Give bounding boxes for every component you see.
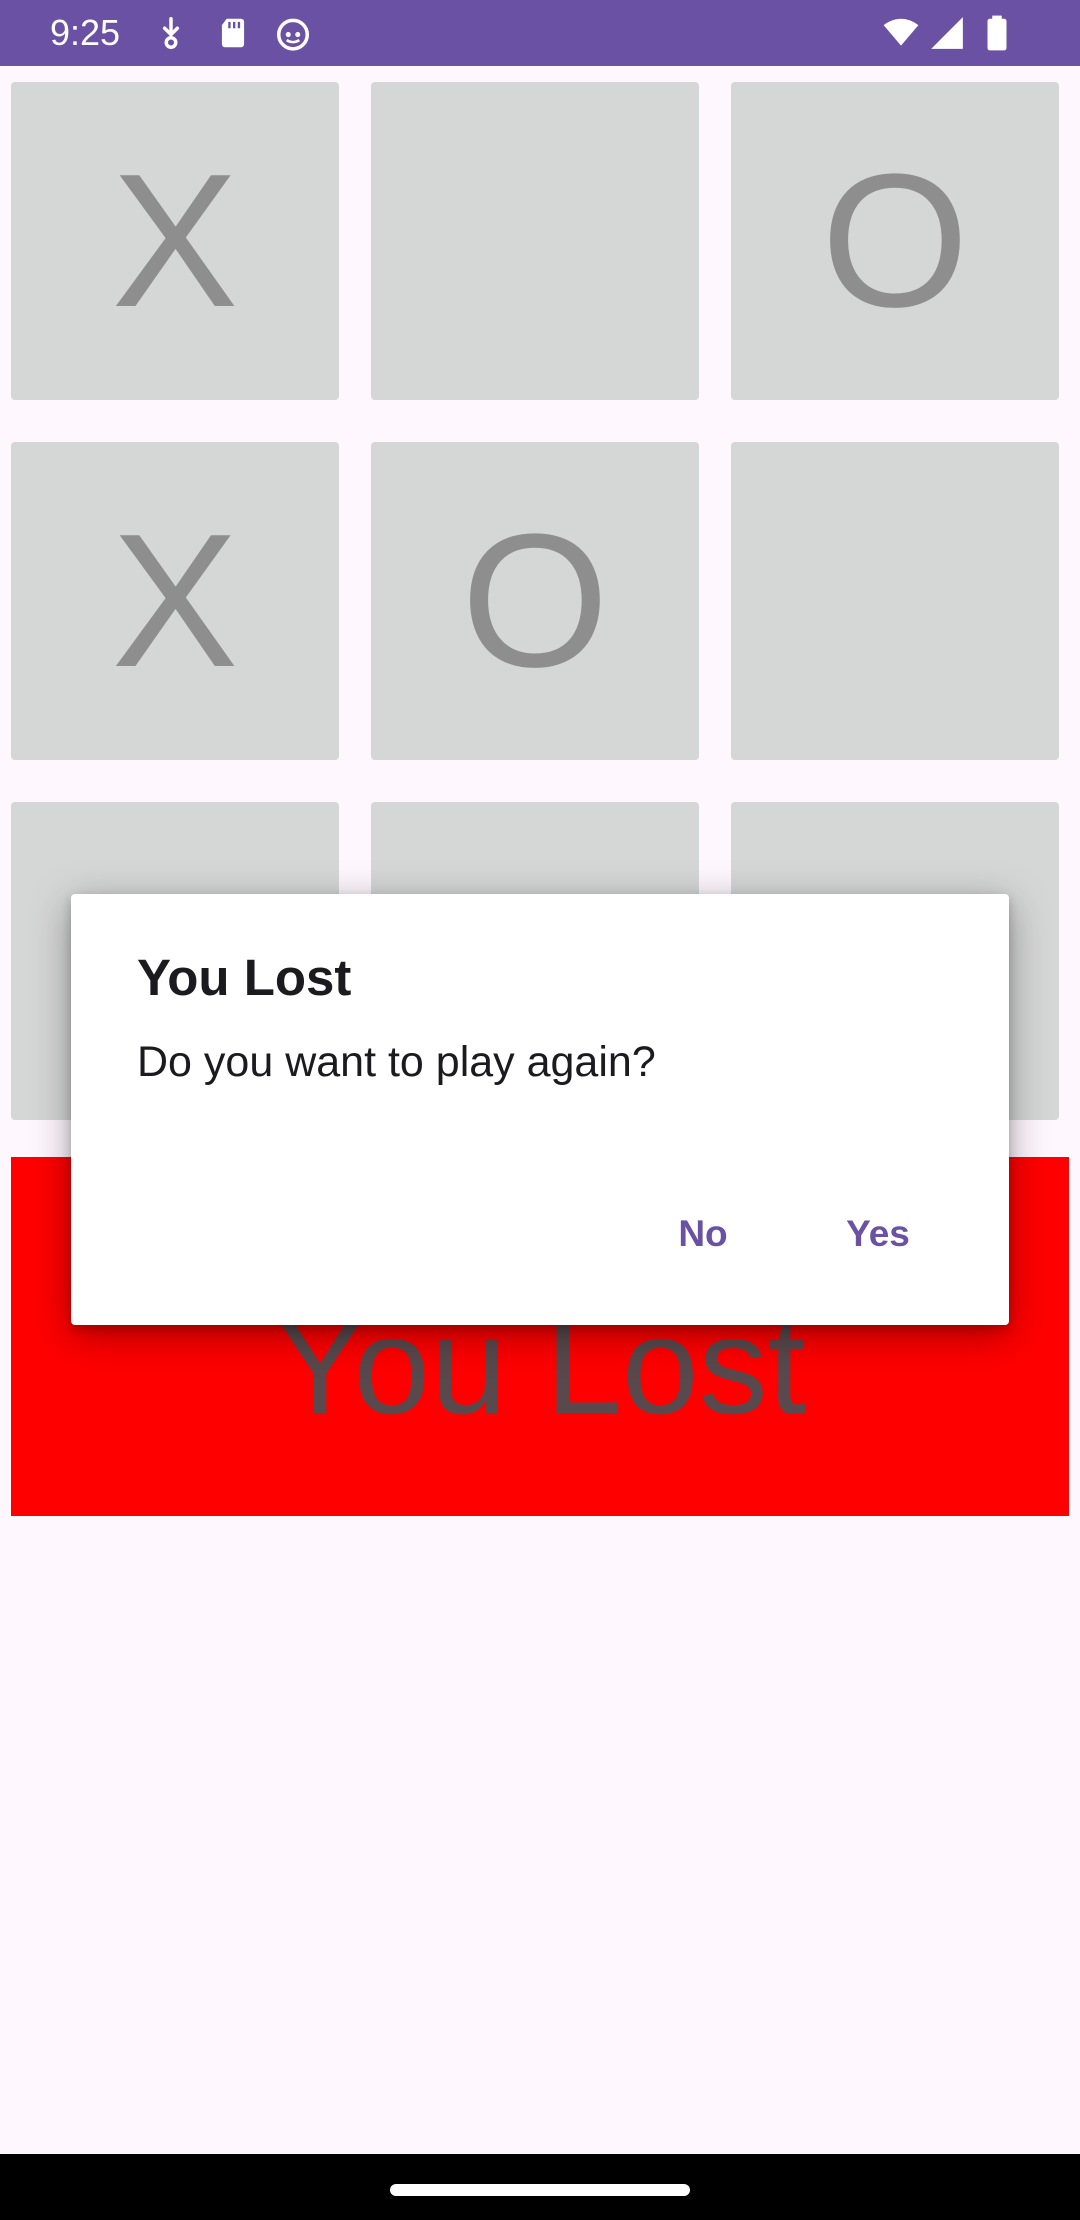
android-debug-icon xyxy=(277,18,309,51)
wifi-icon xyxy=(883,18,919,46)
status-bar: 9:25 xyxy=(0,0,1080,66)
dialog-title: You Lost xyxy=(137,949,352,1006)
download-icon xyxy=(162,17,180,49)
no-button[interactable]: No xyxy=(653,1194,753,1274)
dialog-message: Do you want to play again? xyxy=(137,1038,656,1086)
signal-icon xyxy=(931,17,963,49)
navigation-bar xyxy=(0,2154,1080,2220)
status-time: 9:25 xyxy=(50,12,121,53)
play-again-dialog: You Lost Do you want to play again? No Y… xyxy=(71,894,1009,1325)
yes-button[interactable]: Yes xyxy=(823,1194,933,1274)
home-gesture-handle[interactable] xyxy=(390,2184,690,2196)
battery-icon xyxy=(987,15,1007,51)
sd-card-icon xyxy=(221,18,245,48)
